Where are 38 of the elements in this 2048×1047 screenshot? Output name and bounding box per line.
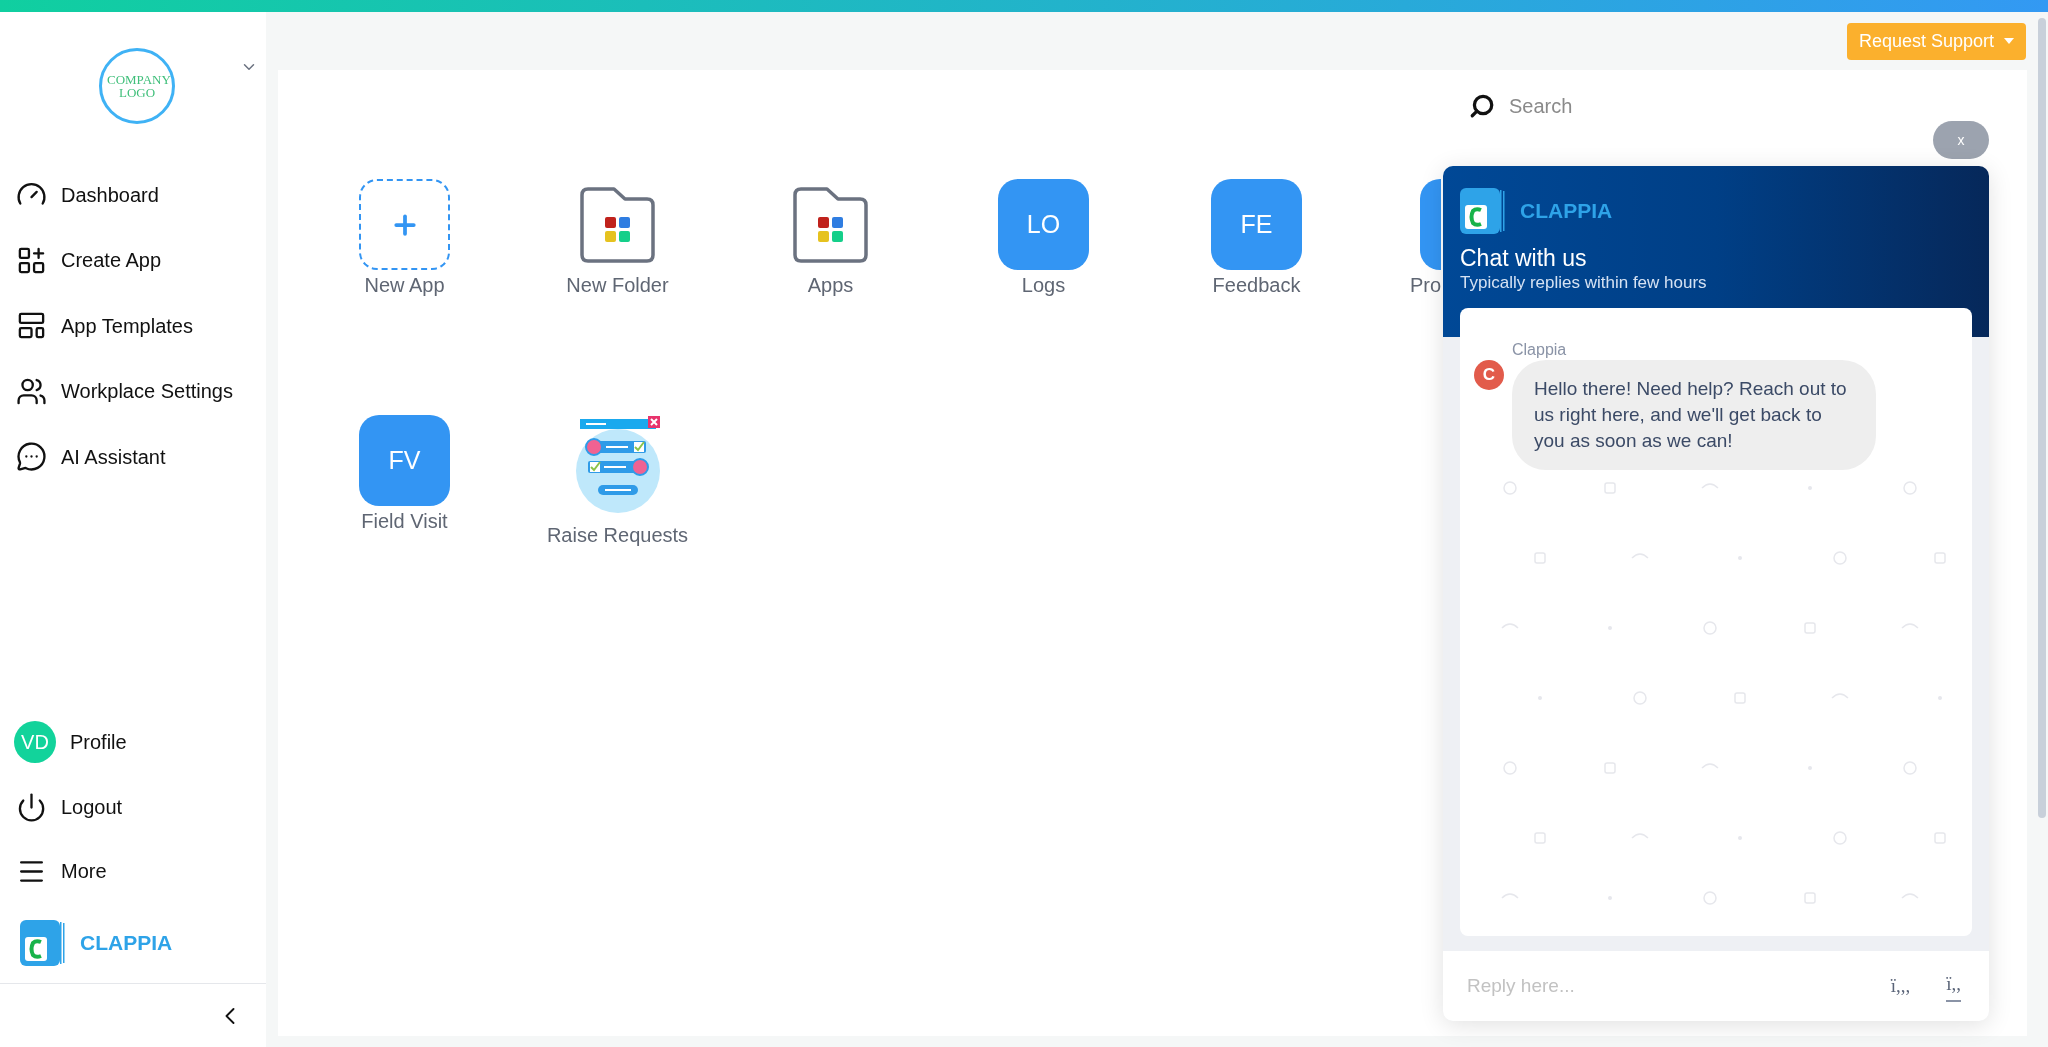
send-glyph[interactable]: ï,, xyxy=(1946,969,1961,1003)
clappia-logo xyxy=(1460,188,1506,234)
app-label: Raise Requests xyxy=(546,523,689,548)
chat-subtitle: Typically replies within few hours xyxy=(1460,272,1708,294)
nav-item[interactable]: Create App xyxy=(0,227,266,293)
power-icon xyxy=(16,791,47,823)
avatar: C xyxy=(1474,360,1504,390)
chat-bubble-icon xyxy=(16,441,47,473)
brand-name: CLAPPIA xyxy=(1520,198,1613,225)
brand-name: CLAPPIA xyxy=(80,930,173,957)
nav-item[interactable]: More xyxy=(0,839,266,903)
nav-item[interactable]: AI Assistant xyxy=(0,424,266,490)
app-label: Pro xyxy=(1409,273,1441,298)
app-label: New Folder xyxy=(566,273,669,298)
reply-field[interactable]: Reply here... xyxy=(1443,951,1881,1021)
app-label: Field Visit xyxy=(361,509,448,534)
message-bubble: Hello there! Need help? Reach out to us right here, and we'll get back to you as soon as we can! xyxy=(1512,360,1876,470)
app-tile[interactable] xyxy=(1420,179,1441,270)
clappia-logo xyxy=(20,920,66,966)
scrollbar-thumb[interactable] xyxy=(2038,18,2046,818)
profile-item[interactable]: VD Profile xyxy=(0,709,266,775)
avatar: VD xyxy=(14,721,56,763)
new-app-button[interactable] xyxy=(359,179,450,270)
chat-title: Chat with us xyxy=(1460,244,1588,272)
nav-item[interactable]: Dashboard xyxy=(0,162,266,228)
search-field[interactable]: Search xyxy=(1509,91,1709,121)
nav-item[interactable]: Logout xyxy=(0,775,266,839)
app-label: Apps xyxy=(807,273,854,298)
nav-item[interactable]: Workplace Settings xyxy=(0,358,266,424)
app-label: New App xyxy=(364,273,445,298)
search-icon xyxy=(1469,93,1495,119)
caret-icon xyxy=(2004,38,2014,44)
attach-glyph[interactable]: ï,,, xyxy=(1890,971,1911,1001)
nav-item[interactable]: App Templates xyxy=(0,293,266,359)
app-label: Logs xyxy=(1021,273,1066,298)
sender-name: Clappia xyxy=(1512,340,1568,360)
company-logo: COMPANY LOGO xyxy=(99,48,175,124)
app-label: Feedback xyxy=(1212,273,1301,298)
